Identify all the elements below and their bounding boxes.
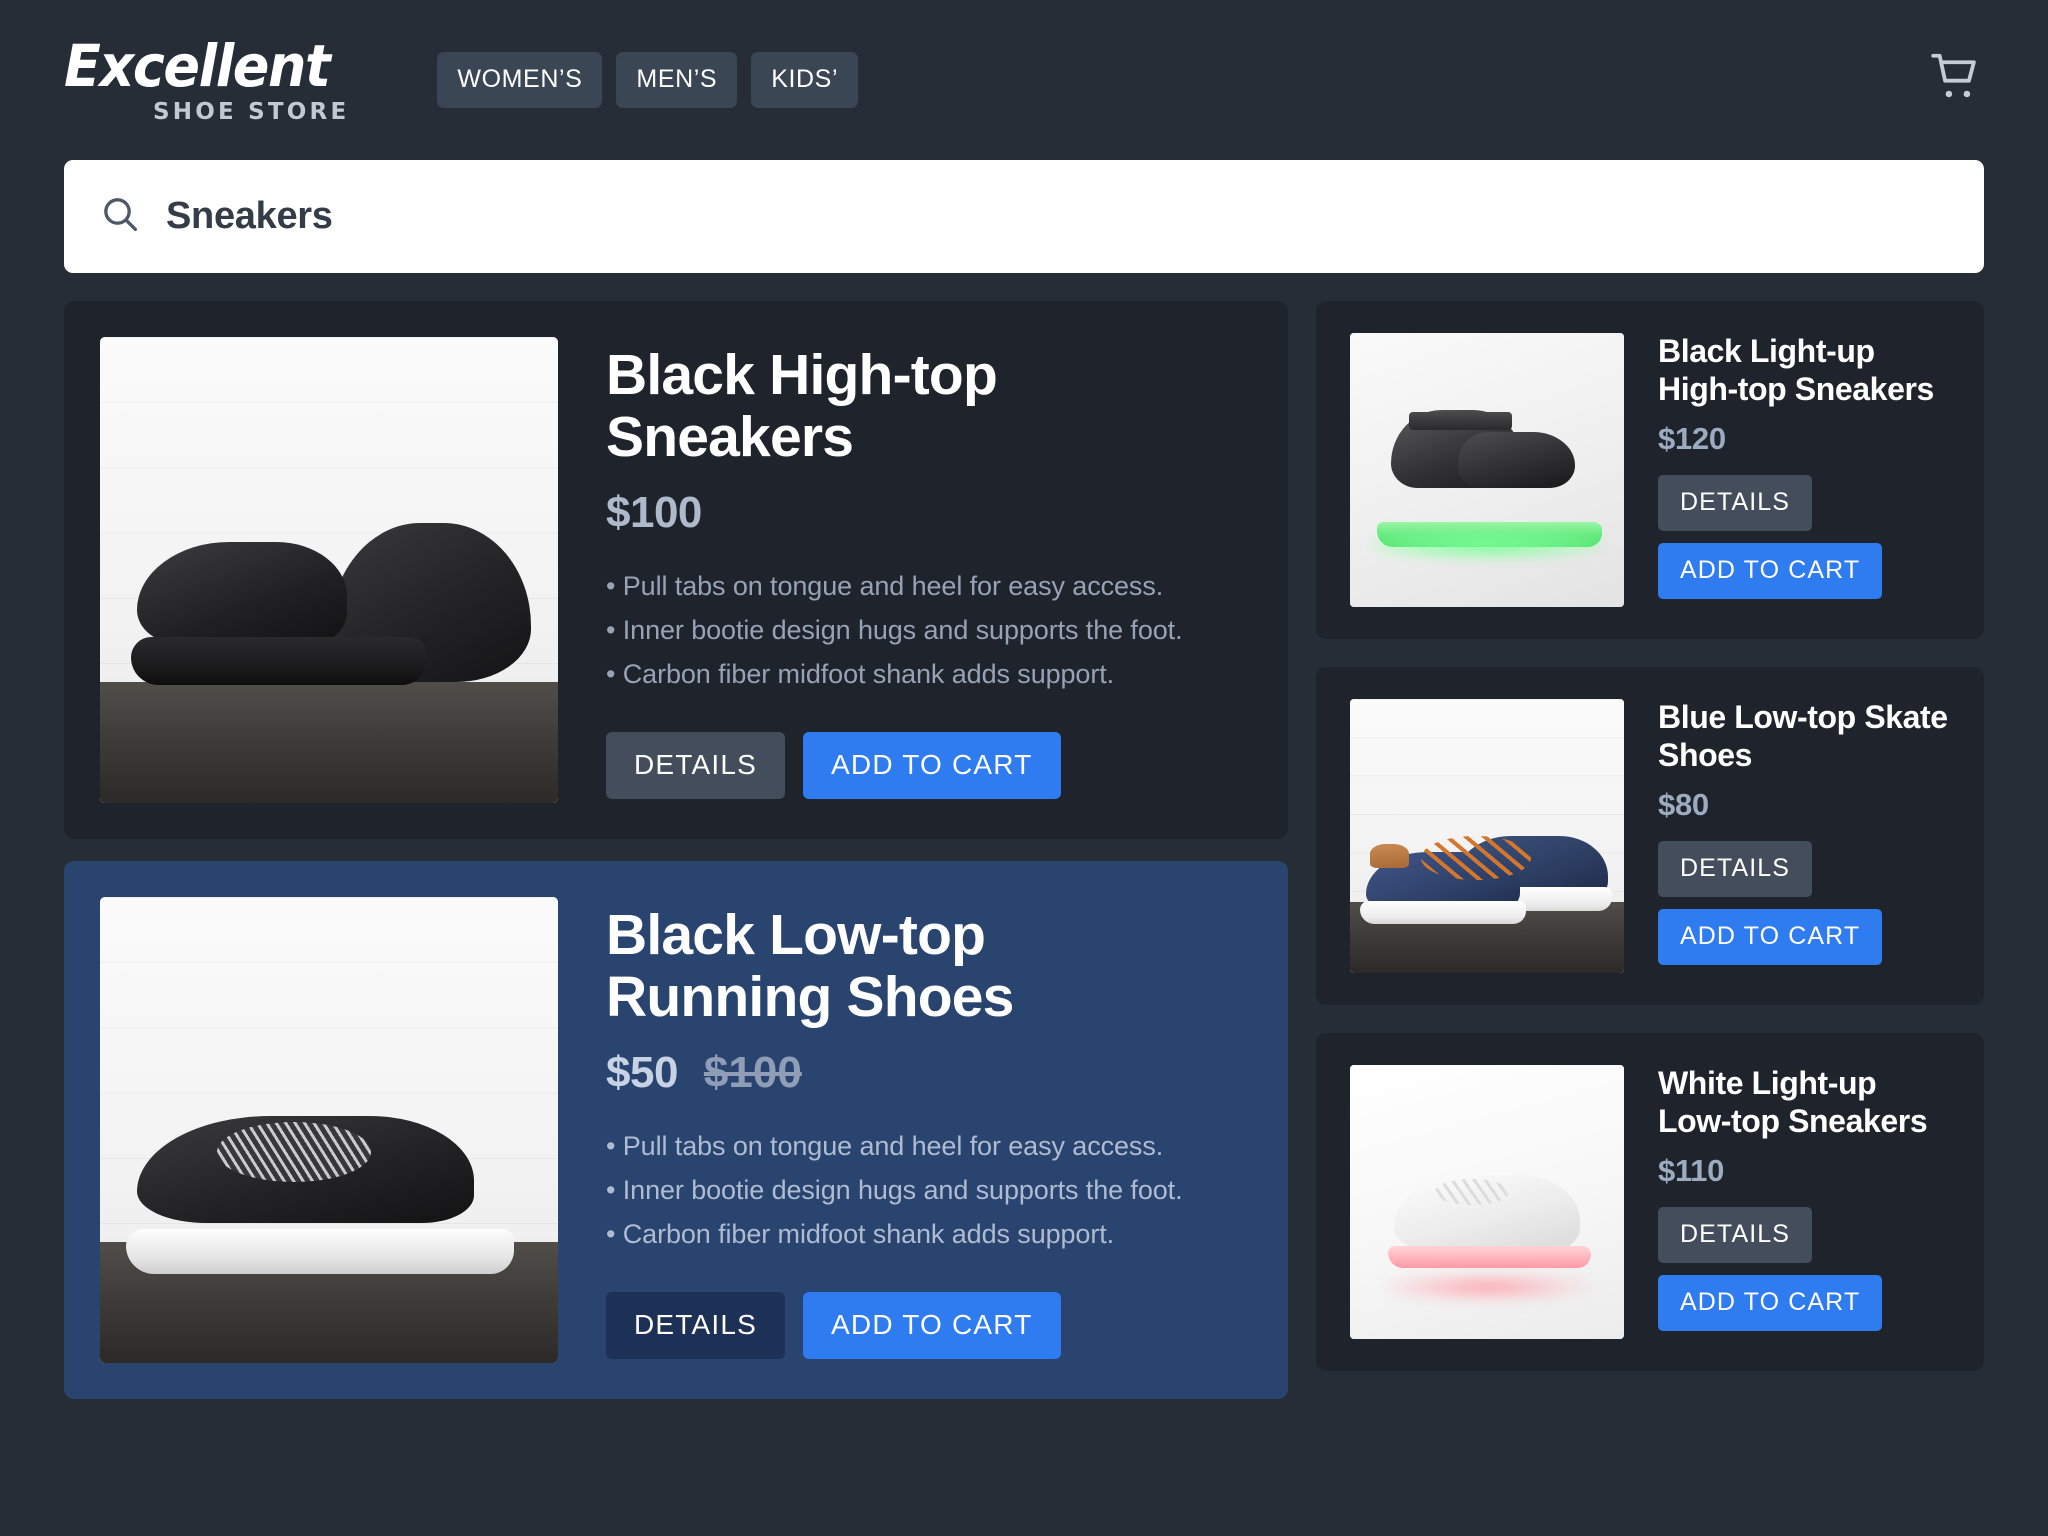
brand-name: Excellent: [64, 31, 331, 100]
product-image-black-light-up-high-top: [1350, 333, 1624, 607]
product-feature-item: Inner bootie design hugs and supports th…: [606, 608, 1252, 652]
storefront-page: Excellent SHOE STORE WOMEN’S MEN’S KIDS’: [0, 0, 2048, 1536]
details-button[interactable]: DETAILS: [1658, 474, 1813, 531]
details-button[interactable]: DETAILS: [606, 732, 786, 800]
product-feature-item: Pull tabs on tongue and heel for easy ac…: [606, 1124, 1252, 1168]
product-card-side-2[interactable]: Blue Low-top Skate Shoes $80 DETAILS ADD…: [1316, 667, 1984, 1005]
product-price: $110: [1658, 1152, 1725, 1188]
brand-tagline: SHOE STORE: [153, 98, 350, 125]
add-to-cart-button[interactable]: ADD TO CART: [1658, 1274, 1883, 1331]
product-actions: DETAILS ADD TO CART: [1658, 840, 1952, 965]
product-price: $50: [606, 1048, 678, 1098]
add-to-cart-button[interactable]: ADD TO CART: [803, 732, 1061, 800]
product-card-side-1[interactable]: Black Light-up High-top Sneakers $120 DE…: [1316, 301, 1984, 639]
add-to-cart-button[interactable]: ADD TO CART: [803, 1292, 1061, 1360]
product-actions: DETAILS ADD TO CART: [606, 1292, 1252, 1360]
product-feature-item: Inner bootie design hugs and supports th…: [606, 1168, 1252, 1212]
shopping-cart-icon: [1928, 51, 1986, 110]
product-feature-item: Carbon fiber midfoot shank adds support.: [606, 1212, 1252, 1256]
product-info-side-2: Blue Low-top Skate Shoes $80 DETAILS ADD…: [1658, 699, 1952, 973]
search-row: Sneakers: [0, 160, 2048, 273]
product-info-side-3: White Light-up Low-top Sneakers $110 DET…: [1658, 1065, 1952, 1339]
nav-womens[interactable]: WOMEN’S: [437, 52, 603, 108]
product-price: $100: [606, 488, 702, 538]
product-features-list: Pull tabs on tongue and heel for easy ac…: [606, 564, 1252, 696]
search-input[interactable]: Sneakers: [64, 160, 1984, 273]
add-to-cart-button[interactable]: ADD TO CART: [1658, 542, 1883, 599]
product-original-price: $100: [703, 1048, 802, 1098]
product-title: Blue Low-top Skate Shoes: [1658, 699, 1948, 773]
site-header: Excellent SHOE STORE WOMEN’S MEN’S KIDS’: [0, 0, 2048, 160]
product-feature-item: Carbon fiber midfoot shank adds support.: [606, 652, 1252, 696]
featured-column: Black High-top Sneakers $100 Pull tabs o…: [64, 301, 1288, 1399]
product-image-black-high-top: [100, 337, 558, 803]
product-actions: DETAILS ADD TO CART: [1658, 1206, 1952, 1331]
product-title: Black Light-up High-top Sneakers: [1658, 333, 1934, 407]
price-row: $50 $100: [606, 1048, 1252, 1098]
product-results: Black High-top Sneakers $100 Pull tabs o…: [0, 273, 2048, 1536]
details-button[interactable]: DETAILS: [1658, 840, 1813, 897]
product-title: White Light-up Low-top Sneakers: [1658, 1065, 1928, 1139]
product-info-featured-1: Black High-top Sneakers $100 Pull tabs o…: [606, 337, 1252, 803]
sidebar-column: Black Light-up High-top Sneakers $120 DE…: [1316, 301, 1984, 1371]
nav-kids[interactable]: KIDS’: [751, 52, 859, 108]
product-card-featured-1[interactable]: Black High-top Sneakers $100 Pull tabs o…: [64, 301, 1288, 839]
product-title: Black Low-top Running Shoes: [606, 903, 1014, 1029]
product-image-black-low-top-running: [100, 897, 558, 1363]
product-image-white-light-up-low-top: [1350, 1065, 1624, 1339]
add-to-cart-button[interactable]: ADD TO CART: [1658, 908, 1883, 965]
details-button[interactable]: DETAILS: [606, 1292, 786, 1360]
product-card-featured-2[interactable]: Black Low-top Running Shoes $50 $100 Pul…: [64, 861, 1288, 1399]
product-price: $80: [1658, 786, 1709, 822]
search-query-text: Sneakers: [166, 195, 333, 237]
product-price: $120: [1658, 420, 1726, 456]
product-info-featured-2: Black Low-top Running Shoes $50 $100 Pul…: [606, 897, 1252, 1363]
product-feature-item: Pull tabs on tongue and heel for easy ac…: [606, 564, 1252, 608]
product-actions: DETAILS ADD TO CART: [606, 732, 1252, 800]
price-row: $100: [606, 488, 1252, 538]
product-actions: DETAILS ADD TO CART: [1658, 474, 1952, 599]
brand-logo[interactable]: Excellent SHOE STORE: [64, 37, 349, 124]
product-card-side-3[interactable]: White Light-up Low-top Sneakers $110 DET…: [1316, 1033, 1984, 1371]
product-title: Black High-top Sneakers: [606, 343, 998, 469]
product-features-list: Pull tabs on tongue and heel for easy ac…: [606, 1124, 1252, 1256]
search-icon: [100, 194, 140, 239]
product-image-blue-low-top-skate: [1350, 699, 1624, 973]
cart-button[interactable]: [1928, 51, 1986, 110]
nav-mens[interactable]: MEN’S: [616, 52, 738, 108]
product-info-side-1: Black Light-up High-top Sneakers $120 DE…: [1658, 333, 1952, 607]
primary-navigation: WOMEN’S MEN’S KIDS’: [437, 52, 859, 108]
details-button[interactable]: DETAILS: [1658, 1206, 1813, 1263]
